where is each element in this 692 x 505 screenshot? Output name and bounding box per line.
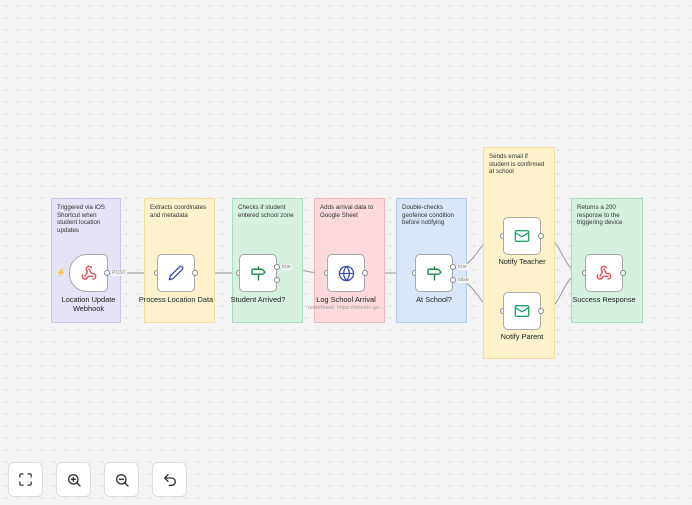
workflow-canvas[interactable]: Triggered via iOS Shortcut when student … <box>0 0 692 505</box>
node-label: Student Arrived? <box>230 295 286 304</box>
output-port[interactable] <box>362 270 368 276</box>
sticky-note-text: Extracts coordinates and metadata <box>150 204 207 219</box>
output-port[interactable] <box>104 270 110 276</box>
signpost-icon <box>426 265 442 281</box>
node-at-school[interactable] <box>415 254 453 292</box>
node-student-arrived[interactable] <box>239 254 277 292</box>
fit-view-button[interactable]: Fit view <box>8 462 43 497</box>
node-notify-parent[interactable] <box>503 292 541 330</box>
edge-label-false: false <box>457 277 470 283</box>
node-label: Log School Arrival <box>316 295 376 304</box>
node-success-response[interactable] <box>585 254 623 292</box>
node-label: Notify Teacher <box>498 257 546 266</box>
node-label: Success Response <box>572 295 636 304</box>
trigger-bolt-icon: ⚡ <box>56 268 66 277</box>
undo-button[interactable]: Undo <box>152 462 187 497</box>
sticky-note-text: Checks if student entered school zone <box>238 204 294 219</box>
output-port-true[interactable] <box>274 264 280 270</box>
node-location-update-webhook[interactable] <box>69 254 108 292</box>
node-label: At School? <box>416 295 452 304</box>
sticky-note-text: Adds arrival data to Google Sheet <box>320 204 374 219</box>
edge-label-post: POST <box>111 270 127 276</box>
sticky-note-text: Returns a 200 response to the triggering… <box>577 204 623 227</box>
node-label: Location Update Webhook <box>61 295 116 313</box>
node-label: Process Location Data <box>138 295 214 304</box>
webhook-icon <box>81 265 96 280</box>
mail-icon <box>514 305 530 317</box>
output-port[interactable] <box>538 233 544 239</box>
sticky-note-text: Triggered via iOS Shortcut when student … <box>57 204 105 234</box>
zoom-in-icon <box>67 473 81 487</box>
mail-icon <box>514 230 530 242</box>
zoom-out-button[interactable]: Zoom out <box>104 462 139 497</box>
output-port[interactable] <box>192 270 198 276</box>
output-port[interactable] <box>538 308 544 314</box>
node-label: Notify Parent <box>500 332 544 341</box>
output-port-false[interactable] <box>274 277 280 283</box>
output-port[interactable] <box>620 270 626 276</box>
signpost-icon <box>250 265 266 281</box>
node-sublabel: undefined: https://sheets.go... <box>307 305 385 311</box>
edge-label-true: true <box>457 264 468 270</box>
fit-view-icon <box>19 473 32 486</box>
pencil-icon <box>168 265 184 281</box>
node-log-school-arrival[interactable] <box>327 254 365 292</box>
webhook-icon <box>596 265 612 280</box>
node-process-location-data[interactable] <box>157 254 195 292</box>
globe-icon <box>338 265 354 281</box>
edge-label-true: true <box>281 264 292 270</box>
node-notify-teacher[interactable] <box>503 217 541 255</box>
zoom-out-icon <box>115 473 129 487</box>
output-port-true[interactable] <box>450 264 456 270</box>
sticky-note-text: Double-checks geofence condition before … <box>402 204 454 227</box>
undo-icon <box>163 473 176 486</box>
zoom-in-button[interactable]: Zoom in <box>56 462 91 497</box>
output-port-false[interactable] <box>450 277 456 283</box>
sticky-note-text: Sends email if student is confirmed at s… <box>489 153 545 176</box>
